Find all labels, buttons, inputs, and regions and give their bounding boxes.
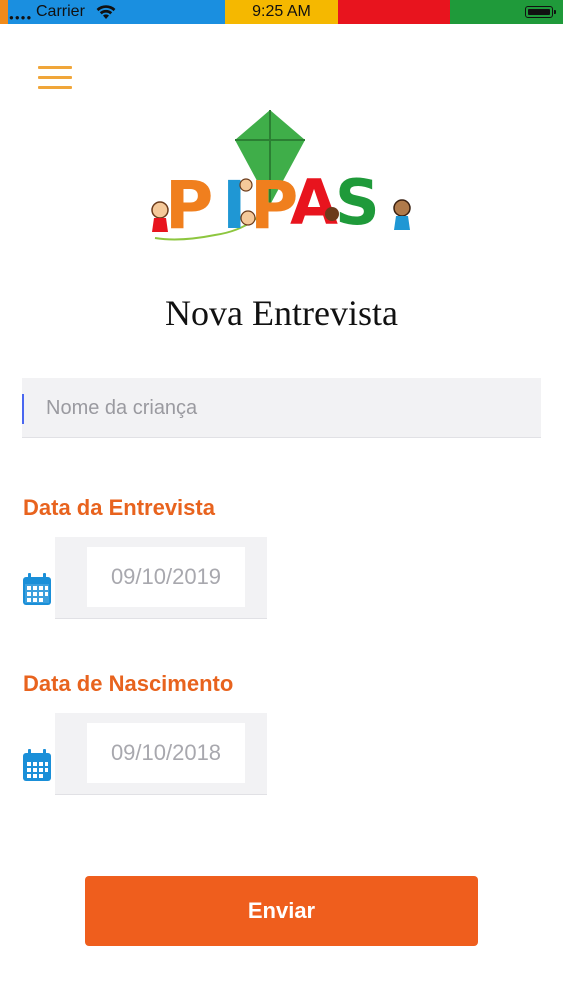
battery-icon (525, 6, 556, 18)
interview-date-picker[interactable]: 09/10/2019 (55, 537, 267, 619)
status-color-strip (0, 0, 8, 24)
status-bar: ●●●● Carrier 9:25 AM (0, 0, 563, 24)
status-bar-segment (338, 0, 450, 24)
calendar-icon[interactable] (22, 748, 52, 782)
svg-text:S: S (335, 166, 380, 239)
birth-date-label: Data de Nascimento (23, 671, 234, 696)
status-bar-right (450, 0, 563, 24)
page-title: Nova Entrevista (165, 293, 398, 333)
interview-date-value[interactable]: 09/10/2019 (87, 547, 245, 607)
hamburger-menu-icon[interactable] (38, 66, 72, 90)
submit-button[interactable]: Enviar (85, 876, 478, 946)
birth-date-value[interactable]: 09/10/2018 (87, 723, 245, 783)
svg-text:A: A (290, 166, 338, 239)
text-cursor (22, 394, 24, 424)
status-bar-center: 9:25 AM (225, 0, 338, 24)
status-bar-left: ●●●● Carrier (0, 0, 225, 24)
svg-text:P: P (165, 167, 213, 244)
interview-date-label: Data da Entrevista (23, 495, 215, 520)
signal-dots-icon: ●●●● (9, 13, 33, 22)
child-name-field[interactable] (22, 378, 541, 438)
birth-date-picker[interactable]: 09/10/2018 (55, 713, 267, 795)
carrier-name: Carrier (36, 3, 85, 20)
pipas-logo: P I P A S (151, 110, 411, 244)
child-name-input[interactable] (46, 378, 526, 438)
calendar-icon[interactable] (22, 572, 52, 606)
wifi-icon (96, 5, 116, 19)
status-time: 9:25 AM (252, 3, 311, 20)
svg-text:I: I (222, 167, 247, 244)
